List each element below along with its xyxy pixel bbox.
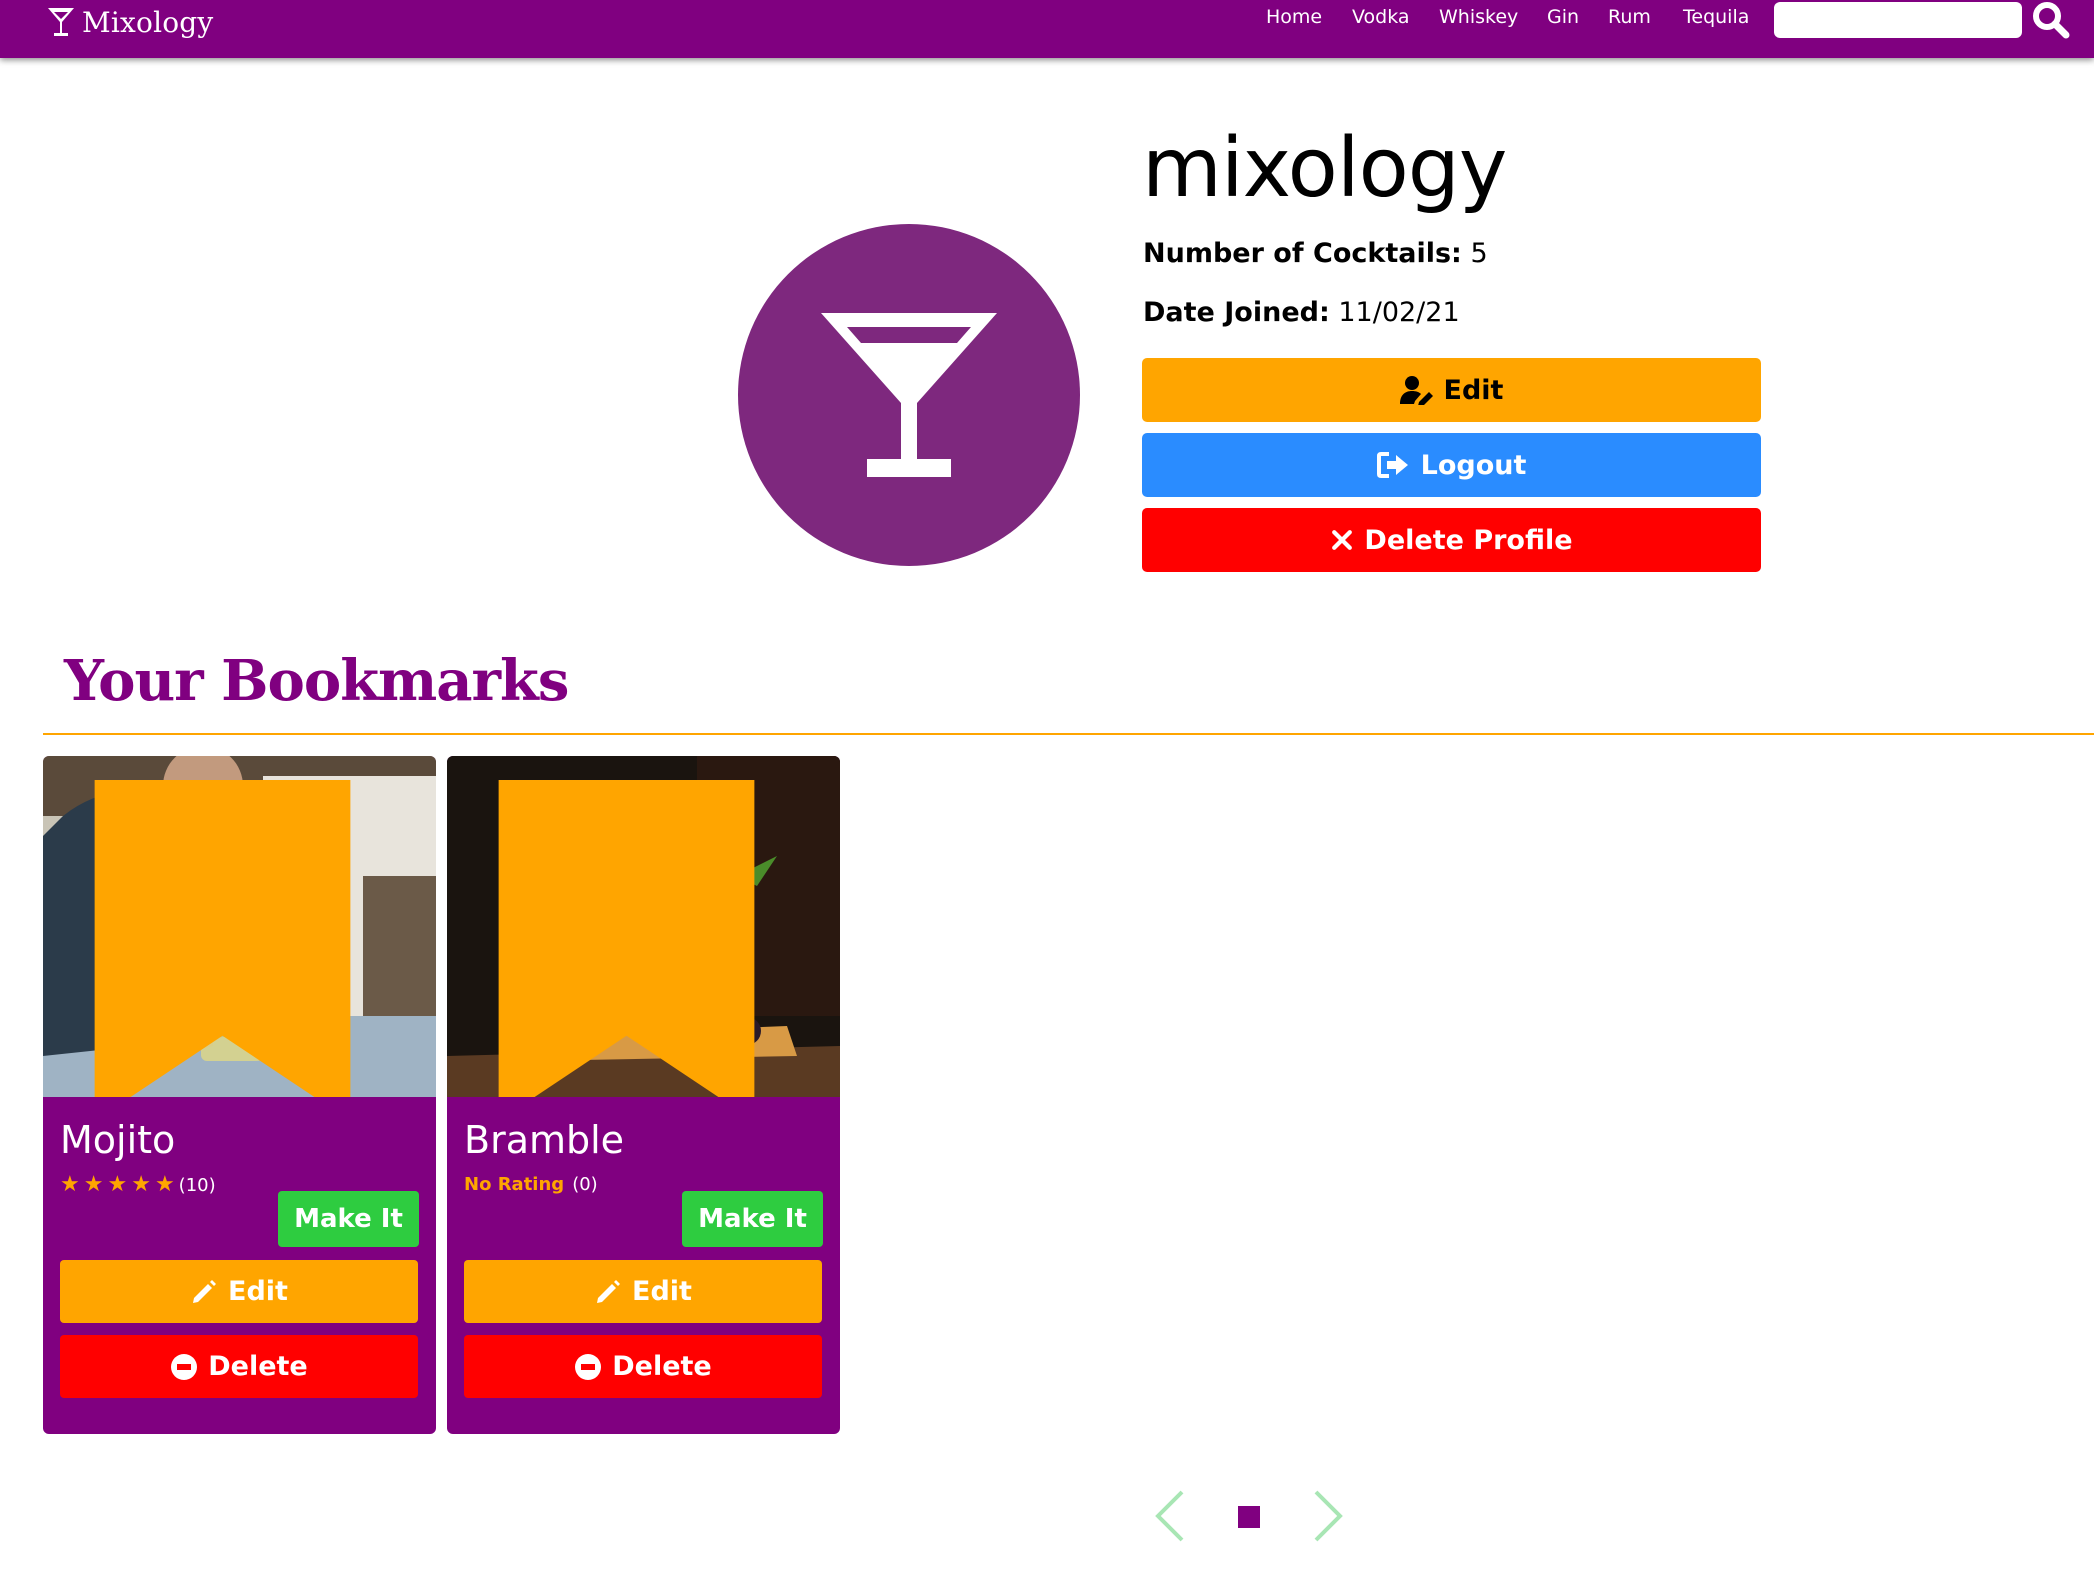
logout-button[interactable]: Logout [1142,433,1761,497]
profile-avatar [738,224,1080,566]
card-title: Bramble [464,1118,625,1162]
carousel-prev-icon[interactable] [1152,1488,1188,1544]
bookmark-icon[interactable] [447,780,823,1097]
cocktail-count-label: Number of Cocktails: [1143,238,1462,269]
make-it-button[interactable]: Make It [682,1191,823,1247]
rating-count: (10) [178,1174,216,1196]
brand-name: Mixology [82,5,214,39]
delete-label: Delete [208,1351,308,1382]
bookmark-card-mojito: Mojito ★ ★ ★ ★ ★ (10) Make It Edit Delet… [43,756,436,1434]
pencil-icon [597,1279,621,1303]
minus-circle-icon [575,1353,602,1380]
top-navbar: Mixology Home Vodka Whiskey Gin Rum Tequ… [0,0,2094,58]
delete-profile-button[interactable]: Delete Profile [1142,508,1761,572]
brand-logo[interactable]: Mixology [46,2,213,42]
edit-cocktail-button[interactable]: Edit [464,1260,822,1323]
make-it-button[interactable]: Make It [278,1191,419,1247]
close-icon [1332,530,1353,550]
nav-link-tequila[interactable]: Tequila [1683,6,1749,28]
date-joined-label: Date Joined: [1143,297,1330,328]
section-divider [43,733,2094,735]
cocktail-glass-icon [48,8,74,36]
profile-username: mixology [1142,121,1507,216]
edit-profile-button[interactable]: Edit [1142,358,1761,422]
delete-profile-label: Delete Profile [1364,524,1573,556]
date-joined: Date Joined: 11/02/21 [1143,297,1460,328]
nav-link-gin[interactable]: Gin [1547,6,1579,28]
edit-profile-label: Edit [1443,374,1504,406]
card-rating: No Rating (0) [464,1174,598,1195]
logout-label: Logout [1420,449,1527,481]
edit-label: Edit [228,1276,288,1307]
minus-circle-icon [171,1353,198,1380]
carousel-page-indicator[interactable] [1238,1506,1260,1528]
star-icon: ★ [131,1172,151,1197]
delete-cocktail-button[interactable]: Delete [464,1335,822,1398]
star-icon: ★ [107,1172,128,1197]
sign-out-icon [1376,452,1408,478]
cocktail-photo[interactable] [447,756,840,1097]
card-title: Mojito [60,1118,176,1162]
star-icon: ★ [154,1172,175,1197]
bookmark-card-bramble: Bramble No Rating (0) Make It Edit Delet… [447,756,840,1434]
nav-link-vodka[interactable]: Vodka [1352,6,1410,28]
cocktail-count: Number of Cocktails: 5 [1143,238,1488,269]
star-icon: ★ [60,1172,80,1197]
no-rating-text: No Rating [464,1174,565,1195]
delete-cocktail-button[interactable]: Delete [60,1335,418,1398]
cocktail-photo[interactable] [43,756,436,1097]
user-edit-icon [1399,376,1433,405]
nav-link-rum[interactable]: Rum [1608,6,1651,28]
star-icon: ★ [83,1172,104,1197]
bookmarks-heading: Your Bookmarks [64,648,569,714]
edit-label: Edit [632,1276,692,1307]
edit-cocktail-button[interactable]: Edit [60,1260,418,1323]
date-joined-value: 11/02/21 [1338,297,1460,328]
delete-label: Delete [612,1351,712,1382]
bookmark-icon[interactable] [43,780,419,1097]
carousel-next-icon[interactable] [1310,1488,1346,1544]
search-input[interactable] [1774,2,2022,38]
search-icon[interactable] [2030,0,2074,40]
cocktail-count-value: 5 [1470,238,1488,269]
rating-count: (0) [572,1174,598,1195]
card-rating: ★ ★ ★ ★ ★ (10) [60,1174,216,1196]
nav-link-whiskey[interactable]: Whiskey [1439,6,1518,28]
pencil-icon [193,1279,217,1303]
nav-link-home[interactable]: Home [1266,6,1322,28]
cocktail-glass-icon [821,313,997,477]
